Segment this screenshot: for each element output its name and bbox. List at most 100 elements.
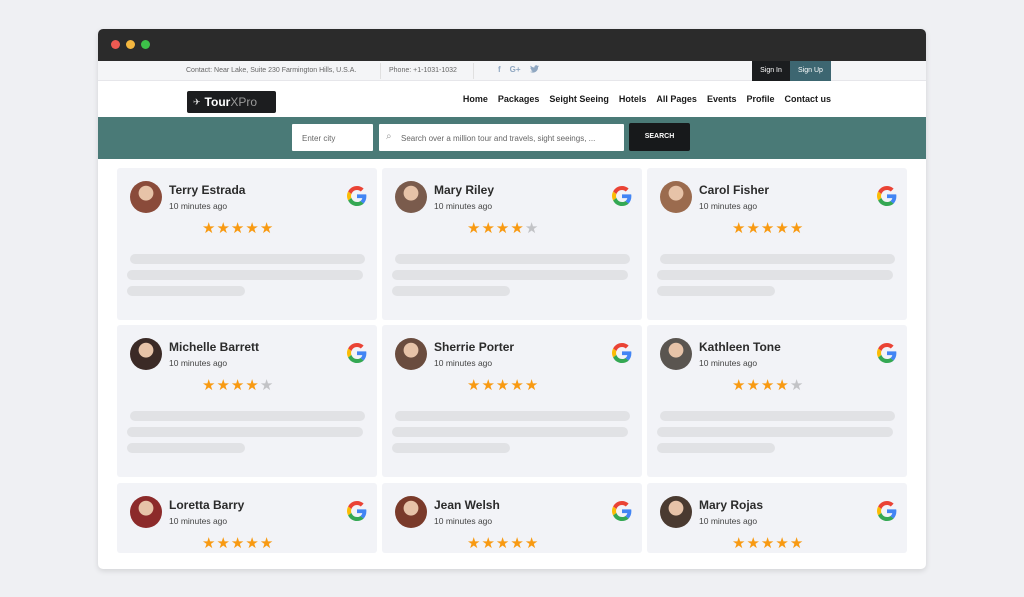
- reviewer-name: Michelle Barrett: [169, 340, 260, 354]
- star-filled-icon: ★: [230, 220, 245, 237]
- plane-icon: ✈: [193, 96, 201, 107]
- divider: [473, 63, 474, 79]
- star-filled-icon: ★: [467, 377, 481, 394]
- maximize-window-button[interactable]: [141, 40, 150, 49]
- reviewer-name: Sherrie Porter: [434, 340, 515, 354]
- google-icon: [612, 343, 632, 363]
- star-rating: ★ ★ ★ ★ ★: [467, 378, 538, 393]
- google-icon: [877, 343, 897, 363]
- facebook-icon[interactable]: f: [498, 65, 501, 75]
- nav-sight-seeing[interactable]: Seight Seeing: [549, 94, 609, 104]
- star-filled-icon: ★: [746, 377, 760, 394]
- review-time: 10 minutes ago: [434, 358, 493, 368]
- text-placeholder-line: [392, 270, 628, 280]
- avatar: [395, 496, 427, 528]
- google-icon: [877, 186, 897, 206]
- star-filled-icon: ★: [732, 220, 746, 237]
- text-placeholder-line: [127, 427, 363, 437]
- google-icon: [347, 186, 367, 206]
- review-card: Sherrie Porter 10 minutes ago ★ ★ ★ ★ ★: [382, 325, 642, 477]
- star-filled-icon: ★: [789, 535, 804, 552]
- nav-profile[interactable]: Profile: [746, 94, 774, 104]
- text-placeholder-line: [392, 443, 510, 453]
- twitter-icon[interactable]: [529, 65, 539, 75]
- star-filled-icon: ★: [775, 377, 789, 394]
- star-rating: ★ ★ ★ ★ ★: [732, 536, 803, 551]
- minimize-window-button[interactable]: [126, 40, 135, 49]
- star-filled-icon: ★: [230, 377, 245, 394]
- google-icon: [347, 343, 367, 363]
- reviewer-name: Mary Rojas: [699, 498, 764, 512]
- contact-phone: Phone: +1-1031-1032: [389, 67, 457, 74]
- review-card: Kathleen Tone 10 minutes ago ★ ★ ★ ★ ★: [647, 325, 907, 477]
- main-menu: Home Packages Seight Seeing Hotels All P…: [463, 94, 831, 104]
- search-button[interactable]: SEARCH: [629, 123, 690, 151]
- contact-address: Contact: Near Lake, Suite 230 Farmington…: [186, 67, 357, 74]
- logo-text-secondary: XPro: [230, 95, 258, 109]
- text-placeholder-line: [392, 286, 510, 296]
- reviewer-name: Carol Fisher: [699, 183, 770, 197]
- sign-in-button[interactable]: Sign In: [752, 61, 790, 81]
- nav-packages[interactable]: Packages: [498, 94, 540, 104]
- star-filled-icon: ★: [732, 377, 746, 394]
- top-info-bar: Contact: Near Lake, Suite 230 Farmington…: [98, 61, 926, 81]
- review-time: 10 minutes ago: [699, 516, 758, 526]
- star-rating: ★ ★ ★ ★ ★: [732, 378, 803, 393]
- google-icon: [877, 501, 897, 521]
- star-filled-icon: ★: [245, 535, 259, 552]
- text-placeholder-line: [660, 254, 895, 264]
- star-filled-icon: ★: [510, 220, 524, 237]
- search-icon: ⌕: [386, 131, 392, 142]
- review-time: 10 minutes ago: [699, 358, 758, 368]
- city-input[interactable]: Enter city: [292, 124, 373, 151]
- review-card: Loretta Barry 10 minutes ago ★ ★ ★ ★ ★: [117, 483, 377, 553]
- google-icon: [347, 501, 367, 521]
- close-window-button[interactable]: [111, 40, 120, 49]
- star-filled-icon: ★: [259, 220, 274, 237]
- nav-hotels[interactable]: Hotels: [619, 94, 647, 104]
- nav-events[interactable]: Events: [707, 94, 737, 104]
- star-rating: ★ ★ ★ ★ ★: [467, 536, 538, 551]
- review-time: 10 minutes ago: [434, 201, 493, 211]
- star-filled-icon: ★: [202, 220, 216, 237]
- star-filled-icon: ★: [775, 220, 789, 237]
- google-plus-icon[interactable]: G+: [510, 65, 521, 75]
- reviewer-name: Jean Welsh: [434, 498, 500, 512]
- search-bar: Enter city ⌕ Search over a million tour …: [98, 117, 926, 159]
- star-filled-icon: ★: [524, 535, 539, 552]
- review-time: 10 minutes ago: [699, 201, 758, 211]
- text-placeholder-line: [130, 411, 365, 421]
- search-placeholder: Search over a million tour and travels, …: [401, 134, 596, 143]
- avatar: [660, 181, 692, 213]
- star-filled-icon: ★: [467, 535, 481, 552]
- nav-all-pages[interactable]: All Pages: [656, 94, 697, 104]
- nav-home[interactable]: Home: [463, 94, 488, 104]
- star-empty-icon: ★: [524, 220, 539, 237]
- avatar: [130, 181, 162, 213]
- text-placeholder-line: [127, 270, 363, 280]
- sign-up-button[interactable]: Sign Up: [790, 61, 831, 81]
- text-placeholder-line: [127, 443, 245, 453]
- text-placeholder-line: [660, 411, 895, 421]
- star-filled-icon: ★: [481, 535, 495, 552]
- text-placeholder-line: [657, 443, 775, 453]
- star-filled-icon: ★: [202, 377, 216, 394]
- review-card: Jean Welsh 10 minutes ago ★ ★ ★ ★ ★: [382, 483, 642, 553]
- text-placeholder-line: [127, 286, 245, 296]
- star-rating: ★ ★ ★ ★ ★: [732, 221, 803, 236]
- star-filled-icon: ★: [746, 535, 760, 552]
- star-empty-icon: ★: [259, 377, 274, 394]
- star-empty-icon: ★: [789, 377, 804, 394]
- star-filled-icon: ★: [760, 377, 775, 394]
- main-navbar: ✈ Tour XPro Home Packages Seight Seeing …: [98, 81, 926, 117]
- search-input[interactable]: ⌕ Search over a million tour and travels…: [379, 124, 624, 151]
- google-icon: [612, 501, 632, 521]
- star-filled-icon: ★: [481, 377, 495, 394]
- reviewer-name: Terry Estrada: [169, 183, 246, 197]
- logo[interactable]: ✈ Tour XPro: [187, 91, 276, 113]
- star-rating: ★ ★ ★ ★ ★: [202, 221, 273, 236]
- text-placeholder-line: [395, 411, 630, 421]
- text-placeholder-line: [392, 427, 628, 437]
- star-filled-icon: ★: [732, 535, 746, 552]
- nav-contact-us[interactable]: Contact us: [784, 94, 831, 104]
